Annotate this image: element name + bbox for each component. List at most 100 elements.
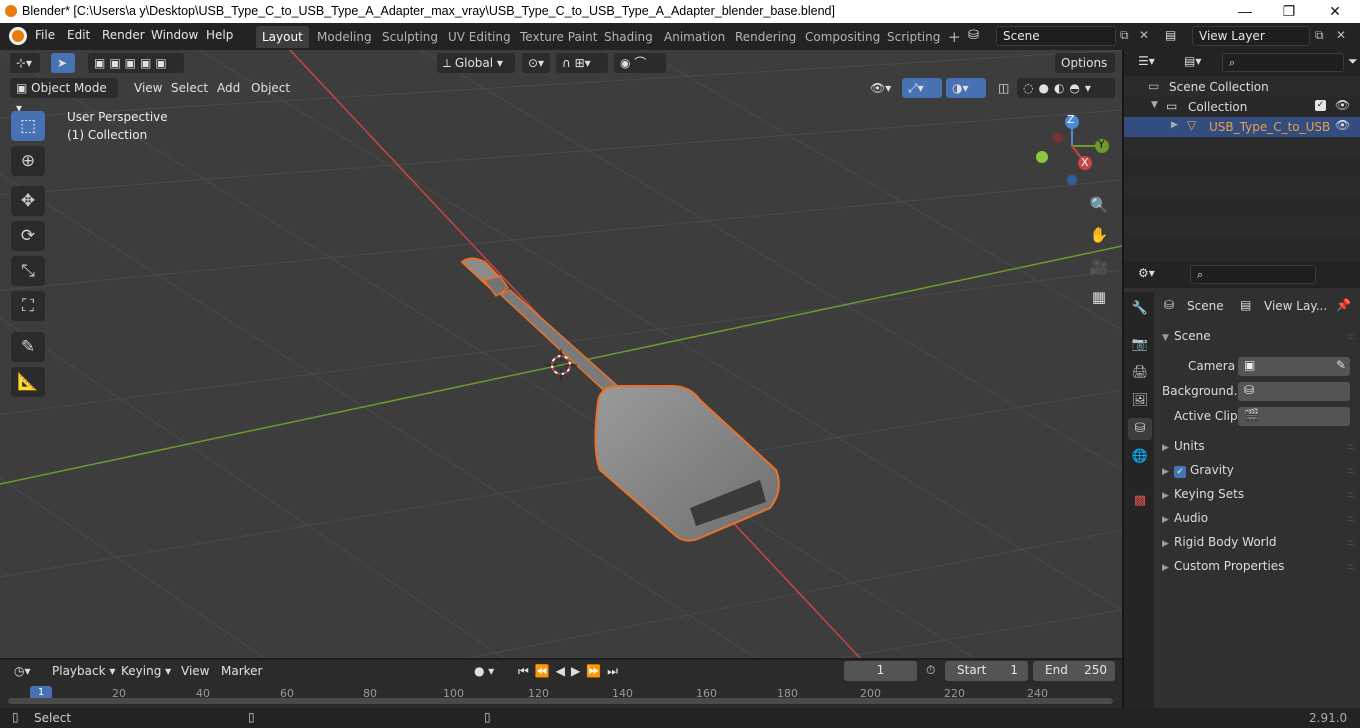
tool-tab-icon[interactable]: 🔧: [1128, 298, 1152, 320]
scale-tool[interactable]: ⤡: [11, 256, 45, 286]
render-tab-icon[interactable]: 📷: [1128, 334, 1152, 356]
blender-menu-icon[interactable]: [9, 27, 27, 45]
pivot-point-icon[interactable]: ⊙▾: [522, 53, 550, 73]
drag-handle-icon[interactable]: ::::: [1346, 442, 1355, 452]
new-scene-icon[interactable]: ⧉: [1120, 28, 1129, 43]
menu-add[interactable]: Add: [211, 78, 246, 98]
selection-mode-buttons[interactable]: ▣▣▣▣▣: [88, 53, 184, 73]
custom-properties-section[interactable]: ▶ Custom Properties: [1162, 559, 1284, 573]
shading-mode-buttons[interactable]: ◌●◐◓▾: [1017, 78, 1115, 98]
measure-tool[interactable]: 📐: [11, 367, 45, 397]
tab-sculpting[interactable]: Sculpting: [376, 26, 444, 48]
keying-sets-section[interactable]: ▶ Keying Sets: [1162, 487, 1244, 501]
add-workspace-button[interactable]: +: [942, 26, 967, 48]
playback-menu[interactable]: Playback ▾: [46, 661, 121, 681]
menu-file[interactable]: File: [35, 28, 55, 42]
tab-texture-paint[interactable]: Texture Paint: [514, 26, 603, 48]
xray-icon[interactable]: ◫: [992, 78, 1014, 98]
tab-uv-editing[interactable]: UV Editing: [442, 26, 517, 48]
object-label[interactable]: USB_Type_C_to_USB: [1209, 120, 1330, 134]
pin-icon[interactable]: 📌: [1336, 298, 1351, 312]
tab-rendering[interactable]: Rendering: [729, 26, 802, 48]
properties-editor-icon[interactable]: ⚙▾: [1138, 266, 1155, 280]
tab-compositing[interactable]: Compositing: [799, 26, 886, 48]
view-layer-selector[interactable]: View Layer: [1192, 26, 1310, 46]
scene-selector[interactable]: Scene: [996, 26, 1116, 46]
auto-keying-icon[interactable]: ● ▾: [468, 661, 506, 681]
tab-layout[interactable]: Layout: [256, 26, 309, 48]
collection-label[interactable]: Collection: [1188, 100, 1247, 114]
drag-handle-icon[interactable]: ::::: [1346, 466, 1355, 476]
menu-select[interactable]: Select: [165, 78, 214, 98]
timeline-ruler[interactable]: 1 20 40 60 80 100 120 140 160 180 200 22…: [0, 684, 1122, 708]
annotate-tool[interactable]: ✎: [11, 332, 45, 362]
background-field[interactable]: ⛁: [1238, 382, 1350, 401]
view-layer-icon[interactable]: ▤: [1165, 28, 1176, 42]
gravity-checkbox[interactable]: ✓: [1174, 466, 1186, 478]
close-button[interactable]: ✕: [1312, 0, 1358, 23]
filter-icon[interactable]: ⏷: [1348, 54, 1358, 69]
marker-menu[interactable]: Marker: [215, 661, 268, 681]
minimize-button[interactable]: —: [1222, 0, 1268, 23]
scene-icon[interactable]: ⛁: [968, 28, 990, 46]
remove-scene-icon[interactable]: ✕: [1139, 28, 1149, 42]
remove-view-layer-icon[interactable]: ✕: [1336, 28, 1346, 42]
menu-edit[interactable]: Edit: [67, 28, 90, 42]
world-tab-icon[interactable]: 🌐: [1128, 446, 1152, 468]
camera-view-icon[interactable]: 🎥: [1086, 254, 1112, 280]
menu-help[interactable]: Help: [206, 28, 233, 42]
drag-handle-icon[interactable]: ::::: [1346, 490, 1355, 500]
move-tool[interactable]: ✥: [11, 186, 45, 216]
timeline-view-menu[interactable]: View: [175, 661, 215, 681]
transform-tool[interactable]: ⛶: [11, 291, 45, 321]
outliner-search-input[interactable]: ⌕: [1222, 53, 1344, 72]
drag-handle-icon[interactable]: ::::: [1346, 332, 1355, 342]
texture-tab-icon[interactable]: ▩: [1128, 490, 1152, 512]
drag-handle-icon[interactable]: ::::: [1346, 514, 1355, 524]
menu-render[interactable]: Render: [102, 28, 145, 42]
start-frame-field[interactable]: Start 1: [945, 661, 1028, 681]
visibility-icon[interactable]: 👁▾: [864, 78, 898, 98]
rotate-tool[interactable]: ⟳: [11, 221, 45, 251]
proportional-edit-icon[interactable]: ◉ ⌒: [614, 53, 666, 73]
menu-object[interactable]: Object: [245, 78, 296, 98]
current-frame-field[interactable]: 1: [844, 661, 917, 681]
drag-handle-icon[interactable]: ::::: [1346, 538, 1355, 548]
overlay-toggle-icon[interactable]: ◑▾: [946, 78, 986, 98]
display-mode-icon[interactable]: ▤▾: [1184, 54, 1201, 68]
pan-hand-icon[interactable]: ✋: [1086, 222, 1112, 248]
tab-scripting[interactable]: Scripting: [881, 26, 946, 48]
audio-section[interactable]: ▶ Audio: [1162, 511, 1208, 525]
options-dropdown[interactable]: Options ▾: [1055, 53, 1115, 90]
output-tab-icon[interactable]: 🖨: [1128, 362, 1152, 384]
menu-window[interactable]: Window: [151, 28, 198, 42]
scene-tab-icon[interactable]: ⛁: [1128, 418, 1152, 440]
editor-type-icon[interactable]: ⊹▾: [10, 53, 40, 73]
outliner-editor-icon[interactable]: ☰▾: [1138, 54, 1155, 68]
select-box-tool[interactable]: ⬚: [11, 111, 45, 141]
eyedropper-icon[interactable]: ✎: [1336, 358, 1346, 372]
snap-icon[interactable]: ∩ ⊞▾: [556, 53, 608, 73]
expand-arrow-icon[interactable]: ▶: [1171, 120, 1178, 130]
properties-search-input[interactable]: ⌕: [1190, 265, 1316, 284]
scene-collection-label[interactable]: Scene Collection: [1169, 80, 1269, 94]
exclude-checkbox[interactable]: ✓: [1315, 100, 1326, 111]
drag-handle-icon[interactable]: ::::: [1346, 562, 1355, 572]
3d-viewport[interactable]: Z Y X ⊹▾ ➤ ▣▣▣▣▣ ⟂ Global ▾ ⊙▾ ∩ ⊞▾ ◉ ⌒ …: [0, 50, 1122, 658]
select-tool-mode-icon[interactable]: ➤: [51, 53, 75, 73]
gizmo-toggle-icon[interactable]: ⤢▾: [902, 78, 942, 98]
new-view-layer-icon[interactable]: ⧉: [1315, 28, 1324, 43]
zoom-icon[interactable]: 🔍: [1086, 192, 1112, 218]
tab-modeling[interactable]: Modeling: [311, 26, 378, 48]
perspective-toggle-icon[interactable]: ▦: [1086, 284, 1112, 310]
expand-arrow-icon[interactable]: ▼: [1151, 100, 1158, 110]
menu-view[interactable]: View: [128, 78, 168, 98]
rigid-body-world-section[interactable]: ▶ Rigid Body World: [1162, 535, 1277, 549]
camera-field[interactable]: ▣ ✎: [1238, 357, 1350, 376]
transform-orientation-dropdown[interactable]: ⟂ Global ▾: [437, 53, 515, 73]
eye-icon[interactable]: 👁: [1335, 118, 1350, 132]
cursor-tool[interactable]: ⊕: [11, 146, 45, 176]
maximize-button[interactable]: ❐: [1266, 0, 1312, 23]
keying-menu[interactable]: Keying ▾: [115, 661, 177, 681]
timeline-editor-icon[interactable]: ◷▾: [8, 661, 40, 681]
